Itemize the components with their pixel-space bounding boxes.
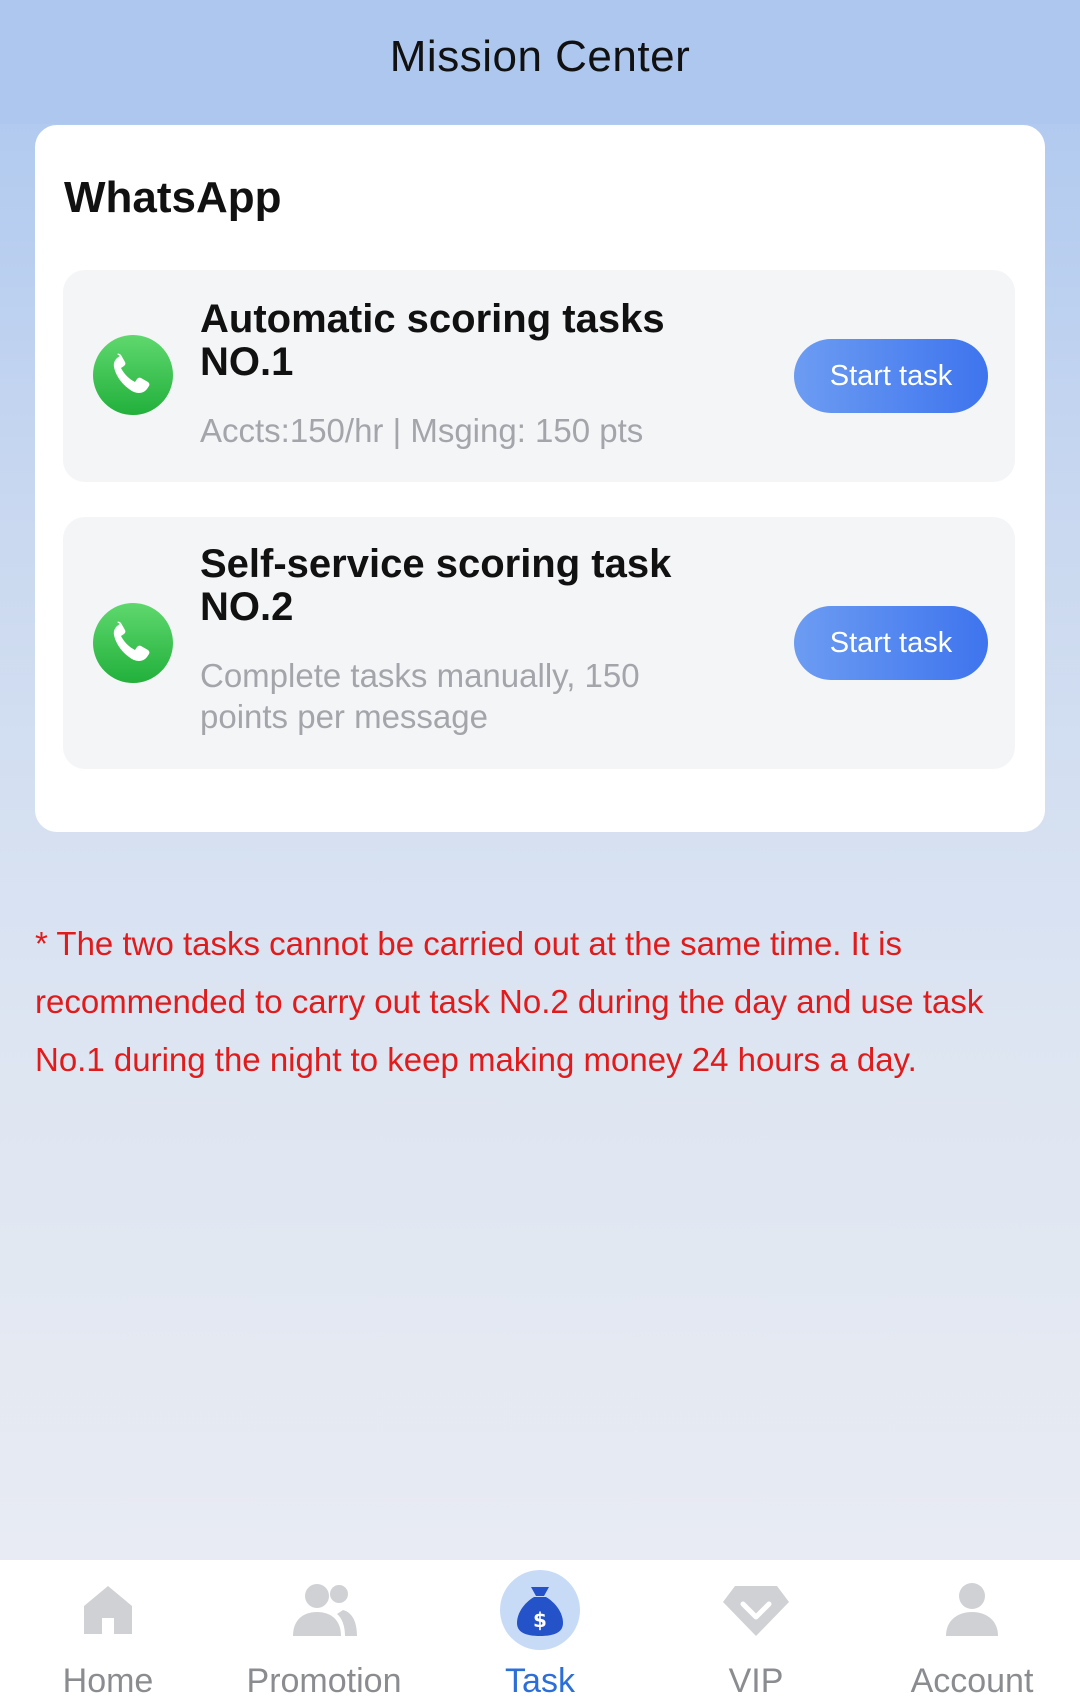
task-name: Self-service scoring task NO.2 <box>200 542 672 629</box>
home-icon <box>68 1570 148 1650</box>
tab-label: Task <box>505 1662 575 1700</box>
task-item-1: Automatic scoring tasks NO.1 Accts:150/h… <box>63 270 1015 482</box>
header: Mission Center <box>0 0 1080 124</box>
diamond-icon <box>716 1570 796 1650</box>
tab-label: Promotion <box>246 1662 402 1700</box>
task-description: Complete tasks manually, 150 points per … <box>200 657 640 735</box>
tab-account[interactable]: Account <box>864 1560 1080 1706</box>
whatsapp-task-card: WhatsApp Automatic scoring tasks NO.1 Ac… <box>35 125 1045 832</box>
bottom-tab-bar: Home Promotion $ Task VIP Account <box>0 1560 1080 1706</box>
tab-promotion[interactable]: Promotion <box>216 1560 432 1706</box>
whatsapp-phone-icon <box>93 335 173 415</box>
task-item-2: Self-service scoring task NO.2 Complete … <box>63 517 1015 769</box>
tab-home[interactable]: Home <box>0 1560 216 1706</box>
person-icon <box>932 1570 1012 1650</box>
tab-vip[interactable]: VIP <box>648 1560 864 1706</box>
task-name: Automatic scoring tasks NO.1 <box>200 297 665 384</box>
tab-label: VIP <box>728 1662 784 1700</box>
users-icon <box>284 1570 364 1650</box>
page-title: Mission Center <box>389 32 691 81</box>
notice-text: * The two tasks cannot be carried out at… <box>35 925 984 1078</box>
tab-label: Account <box>910 1662 1034 1700</box>
svg-text:$: $ <box>533 1608 547 1632</box>
whatsapp-phone-icon <box>93 603 173 683</box>
start-task-button[interactable]: Start task <box>794 606 988 680</box>
start-task-button[interactable]: Start task <box>794 339 988 413</box>
task-description: Accts:150/hr | Msging: 150 pts <box>200 412 644 449</box>
money-bag-icon: $ <box>500 1570 580 1650</box>
section-title: WhatsApp <box>64 173 282 222</box>
tab-task[interactable]: $ Task <box>432 1560 648 1706</box>
tab-label: Home <box>62 1662 154 1700</box>
